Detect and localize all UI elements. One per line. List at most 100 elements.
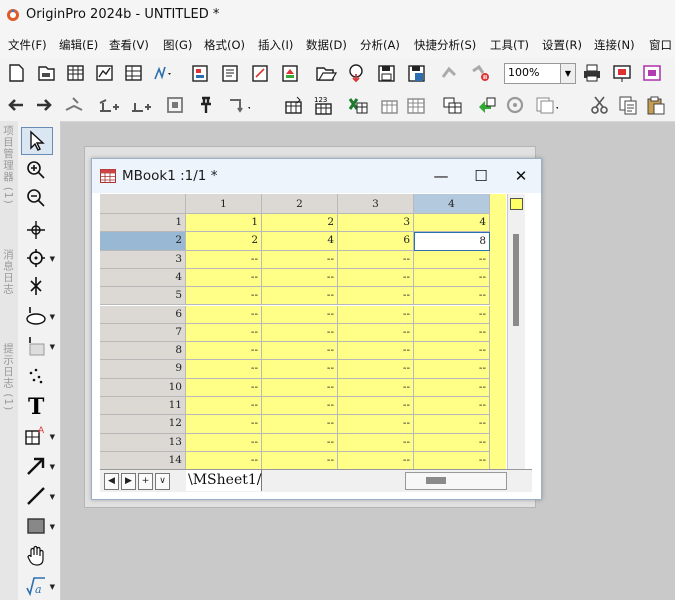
zoom-dropdown[interactable]: 100% ▼ xyxy=(504,63,576,84)
text-tool-icon[interactable]: T xyxy=(21,393,51,419)
undo-rescale-icon[interactable] xyxy=(226,93,250,117)
data-cell[interactable]: -- xyxy=(414,378,490,397)
row-header[interactable]: 9 xyxy=(100,360,186,379)
data-connector-icon[interactable] xyxy=(440,93,464,117)
add-top-axis-icon[interactable] xyxy=(96,93,120,117)
row-header[interactable]: 4 xyxy=(100,268,186,288)
data-cell[interactable]: -- xyxy=(186,268,262,288)
new-layout-icon[interactable] xyxy=(188,61,212,85)
close-icon[interactable]: ✕ xyxy=(510,165,532,187)
data-cell[interactable]: -- xyxy=(338,378,414,397)
menu-item-12[interactable]: 连接(N) xyxy=(594,37,635,53)
data-cell[interactable]: -- xyxy=(338,397,414,416)
horizontal-scroll-thumb[interactable] xyxy=(426,477,446,484)
data-cell[interactable]: 6 xyxy=(338,232,414,251)
new-folder-icon[interactable] xyxy=(34,61,58,85)
data-cell[interactable]: -- xyxy=(338,268,414,288)
save-template-icon[interactable] xyxy=(404,61,428,85)
merge-graph-icon[interactable] xyxy=(164,93,188,117)
menu-item-9[interactable]: 快捷分析(S) xyxy=(414,37,476,53)
data-cell[interactable]: 2 xyxy=(186,232,262,251)
pointer-tool-icon[interactable] xyxy=(21,127,53,155)
data-cell[interactable]: -- xyxy=(414,305,490,324)
slideshow-icon[interactable] xyxy=(640,61,664,85)
data-cell[interactable]: -- xyxy=(262,378,338,397)
data-cell[interactable]: -- xyxy=(262,415,338,434)
data-cell[interactable]: -- xyxy=(414,250,490,269)
menu-item-2[interactable]: 编辑(E) xyxy=(59,37,98,53)
set-column-values-icon[interactable]: 123 xyxy=(312,93,336,117)
data-cell[interactable]: -- xyxy=(186,305,262,324)
data-cell[interactable]: -- xyxy=(338,305,414,324)
scissors-icon[interactable] xyxy=(588,93,612,117)
hand-tool-icon[interactable] xyxy=(21,543,51,569)
forward-arrow-icon[interactable] xyxy=(32,93,56,117)
copy-icon[interactable] xyxy=(616,93,640,117)
chevron-down-icon[interactable]: ▼ xyxy=(50,493,55,501)
data-cell[interactable]: -- xyxy=(414,397,490,416)
column-selector-icon[interactable] xyxy=(510,198,523,210)
chevron-down-icon[interactable]: ▼ xyxy=(50,313,55,321)
data-cell[interactable]: -- xyxy=(414,451,490,471)
row-header[interactable]: 13 xyxy=(100,433,186,452)
data-cell[interactable]: -- xyxy=(338,451,414,471)
region-selector-icon[interactable]: ▼ xyxy=(21,303,55,329)
row-header[interactable]: 3 xyxy=(100,250,186,269)
pin-icon[interactable] xyxy=(194,93,218,117)
zoom-out-icon[interactable] xyxy=(21,185,51,211)
new-excel-icon[interactable] xyxy=(278,61,302,85)
chevron-down-icon[interactable]: ▼ xyxy=(50,433,55,441)
add-right-axis-icon[interactable] xyxy=(128,93,152,117)
prev-sheet-icon[interactable]: ◀ xyxy=(104,473,119,490)
data-cell[interactable]: 1 xyxy=(186,214,262,233)
row-header[interactable]: 7 xyxy=(100,323,186,343)
workbook-title-bar[interactable]: MBook1 :1/1 * — ☐ ✕ xyxy=(92,159,541,193)
import-wizard-icon[interactable] xyxy=(468,61,492,85)
row-header[interactable]: 10 xyxy=(100,378,186,397)
open-icon[interactable] xyxy=(314,61,338,85)
horizontal-scrollbar[interactable] xyxy=(405,472,507,490)
data-cell[interactable]: -- xyxy=(414,360,490,379)
zoom-in-icon[interactable] xyxy=(21,157,51,183)
messages-log-tab[interactable]: 消息日志 xyxy=(1,249,16,295)
menu-item-5[interactable]: 格式(O) xyxy=(204,37,245,53)
data-reader-icon[interactable] xyxy=(21,217,51,243)
chevron-down-icon[interactable]: ▼ xyxy=(50,343,55,351)
row-header[interactable]: 1 xyxy=(100,214,186,233)
row-header[interactable]: 14 xyxy=(100,451,186,471)
row-header[interactable]: 6 xyxy=(100,305,186,324)
data-cell[interactable]: 4 xyxy=(262,232,338,251)
chevron-down-icon[interactable]: ▼ xyxy=(50,255,55,263)
presentation-icon[interactable] xyxy=(610,61,634,85)
scrollbar-thumb[interactable] xyxy=(513,234,519,326)
clone-worksheet-icon[interactable] xyxy=(534,93,558,117)
data-cell[interactable]: -- xyxy=(262,433,338,452)
add-sheet-icon[interactable]: + xyxy=(138,473,153,490)
recalculate-icon[interactable] xyxy=(438,61,462,85)
data-cell[interactable]: -- xyxy=(262,397,338,416)
data-cell[interactable]: -- xyxy=(186,360,262,379)
import-excel-icon[interactable] xyxy=(346,93,370,117)
data-cell[interactable]: -- xyxy=(338,342,414,361)
back-arrow-icon[interactable] xyxy=(4,93,28,117)
data-cell[interactable]: 2 xyxy=(262,214,338,233)
menu-item-11[interactable]: 设置(R) xyxy=(542,37,582,53)
chevron-down-icon[interactable]: ▼ xyxy=(50,523,55,531)
new-workbook-icon[interactable] xyxy=(63,61,87,85)
menu-item-10[interactable]: 工具(T) xyxy=(490,37,529,53)
menu-item-3[interactable]: 查看(V) xyxy=(109,37,149,53)
data-cell[interactable]: -- xyxy=(186,342,262,361)
refresh-data-icon[interactable] xyxy=(504,93,528,117)
select-all-corner[interactable] xyxy=(100,194,186,214)
data-cell[interactable]: -- xyxy=(186,323,262,343)
new-notes-icon[interactable] xyxy=(218,61,242,85)
data-cell[interactable]: -- xyxy=(262,287,338,306)
data-cell[interactable]: -- xyxy=(262,250,338,269)
menu-item-4[interactable]: 图(G) xyxy=(163,37,192,53)
next-sheet-icon[interactable]: ▶ xyxy=(121,473,136,490)
equation-tool-icon[interactable]: a ▼ xyxy=(21,573,55,599)
row-header[interactable]: 11 xyxy=(100,397,186,416)
menu-item-8[interactable]: 分析(A) xyxy=(360,37,400,53)
data-cell[interactable]: 3 xyxy=(338,214,414,233)
add-column-icon[interactable] xyxy=(282,93,306,117)
